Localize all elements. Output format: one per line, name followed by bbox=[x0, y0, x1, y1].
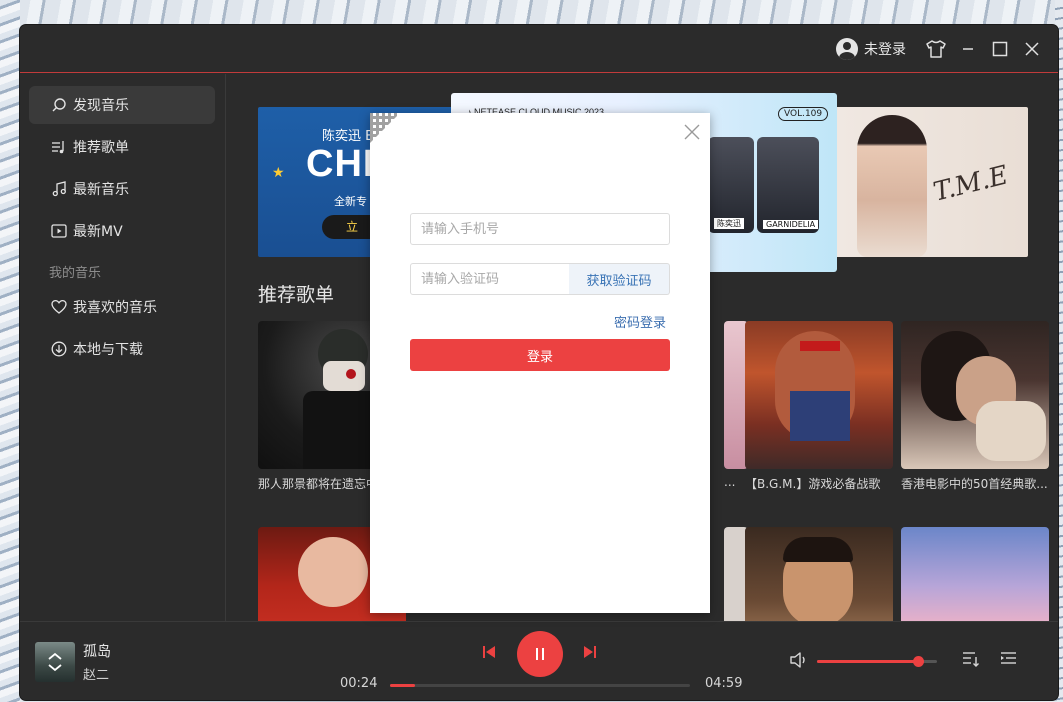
sidebar-item-recommended-playlists[interactable]: 推荐歌单 bbox=[29, 128, 215, 166]
my-music-section-label: 我的音乐 bbox=[49, 266, 102, 281]
sidebar-item-label: 最新MV bbox=[73, 224, 123, 240]
playlist-queue-button[interactable] bbox=[961, 650, 981, 672]
sidebar-item-label: 发现音乐 bbox=[73, 98, 129, 114]
music-note-icon bbox=[52, 181, 66, 197]
sidebar-item-new-music[interactable]: 最新音乐 bbox=[29, 170, 215, 208]
login-dialog: 获取验证码 密码登录 登录 bbox=[370, 113, 710, 613]
playlist-caption: 香港电影中的50首经典歌... bbox=[901, 477, 1048, 491]
phone-input[interactable] bbox=[410, 213, 670, 245]
song-title: 孤岛 bbox=[83, 644, 111, 660]
skip-previous-icon bbox=[483, 646, 495, 658]
heart-icon bbox=[51, 299, 67, 314]
playlist-caption: 【B.G.M.】游戏必备战歌 bbox=[745, 477, 881, 491]
now-playing-cover[interactable] bbox=[35, 642, 75, 682]
login-button[interactable]: 登录 bbox=[410, 339, 670, 371]
playlist-cover bbox=[901, 527, 1049, 621]
tshirt-icon bbox=[926, 40, 946, 58]
verification-code-input[interactable] bbox=[410, 263, 570, 295]
desktop-background-top bbox=[0, 0, 1063, 26]
lyrics-menu-button[interactable] bbox=[999, 650, 1019, 672]
total-time: 04:59 bbox=[705, 676, 743, 691]
banner-artist: 陈奕迅 E bbox=[322, 129, 374, 144]
minimize-button[interactable] bbox=[952, 37, 984, 61]
artist-card: GARNIDELIA bbox=[757, 137, 819, 233]
user-status-label: 未登录 bbox=[864, 42, 906, 58]
playlist-cover bbox=[745, 321, 893, 469]
menu-indent-icon bbox=[1001, 652, 1016, 664]
title-bar-controls: 未登录 bbox=[836, 37, 1048, 61]
sidebar: 发现音乐 推荐歌单 最新音乐 最新MV 我的音乐 我喜欢的音乐 本地与下载 bbox=[20, 74, 226, 621]
sidebar-item-local-downloads[interactable]: 本地与下载 bbox=[29, 330, 215, 368]
artist-card-label: GARNIDELIA bbox=[763, 220, 819, 229]
skip-next-icon bbox=[584, 646, 596, 658]
close-window-button[interactable] bbox=[1016, 37, 1048, 61]
artist-card: 陈奕迅 bbox=[708, 137, 754, 233]
close-icon bbox=[684, 124, 700, 140]
qr-code-corner-icon[interactable] bbox=[370, 113, 400, 143]
previous-button[interactable] bbox=[481, 644, 497, 664]
close-icon bbox=[1025, 42, 1039, 56]
volume-button[interactable] bbox=[789, 651, 809, 673]
title-bar: 未登录 bbox=[20, 25, 1058, 73]
banner-subtitle: 全新专 bbox=[334, 195, 367, 208]
minimize-icon bbox=[963, 48, 973, 50]
star-icon: ★ bbox=[272, 165, 285, 181]
dialog-close-button[interactable] bbox=[683, 123, 701, 141]
sidebar-item-label: 推荐歌单 bbox=[73, 140, 129, 156]
artist-card-label: 陈奕迅 bbox=[714, 218, 744, 229]
playlist-icon bbox=[52, 141, 64, 154]
banner-title: CHI bbox=[306, 143, 375, 185]
sidebar-item-liked-music[interactable]: 我喜欢的音乐 bbox=[29, 288, 215, 326]
sidebar-item-label: 本地与下载 bbox=[73, 342, 143, 358]
progress-fill bbox=[390, 684, 415, 687]
playlist-card[interactable] bbox=[745, 527, 893, 621]
playlist-card[interactable]: 【B.G.M.】游戏必备战歌 bbox=[745, 321, 893, 492]
playlist-cover bbox=[901, 321, 1049, 469]
queue-icon bbox=[963, 652, 979, 667]
expand-icon bbox=[48, 652, 62, 672]
download-icon bbox=[51, 341, 67, 357]
banner-right[interactable]: T.M.E bbox=[835, 107, 1028, 257]
sidebar-item-label: 我喜欢的音乐 bbox=[73, 300, 157, 316]
search-icon bbox=[52, 98, 66, 112]
section-title: 推荐歌单 bbox=[258, 284, 335, 306]
player-bar: 孤岛 赵二 00:24 04:59 bbox=[20, 621, 1058, 700]
current-time: 00:24 bbox=[340, 676, 378, 691]
pause-icon bbox=[536, 648, 544, 660]
playlist-cover bbox=[745, 527, 893, 621]
maximize-icon bbox=[992, 41, 1008, 57]
artist-photo bbox=[857, 115, 927, 257]
get-code-button[interactable]: 获取验证码 bbox=[569, 263, 670, 295]
sidebar-item-new-mv[interactable]: 最新MV bbox=[29, 212, 215, 250]
banner-signature: T.M.E bbox=[930, 160, 1012, 208]
next-button[interactable] bbox=[582, 644, 598, 664]
playlist-card[interactable] bbox=[901, 527, 1049, 621]
user-login-button[interactable]: 未登录 bbox=[836, 38, 906, 60]
skin-button[interactable] bbox=[920, 37, 952, 61]
desktop-background-left bbox=[0, 0, 20, 702]
volume-fill bbox=[817, 656, 924, 667]
pause-button[interactable] bbox=[517, 631, 563, 677]
banner-vol-badge: VOL.109 bbox=[778, 107, 829, 121]
volume-knob[interactable] bbox=[913, 656, 924, 667]
video-icon bbox=[51, 224, 67, 238]
maximize-button[interactable] bbox=[984, 37, 1016, 61]
sidebar-item-label: 最新音乐 bbox=[73, 182, 129, 198]
sidebar-item-discover[interactable]: 发现音乐 bbox=[29, 86, 215, 124]
volume-icon bbox=[790, 652, 805, 668]
volume-slider[interactable] bbox=[817, 656, 937, 667]
avatar-icon bbox=[836, 38, 858, 60]
song-artist[interactable]: 赵二 bbox=[83, 664, 109, 683]
progress-bar[interactable] bbox=[390, 684, 690, 687]
playlist-card[interactable]: 香港电影中的50首经典歌... bbox=[901, 321, 1049, 492]
password-login-link[interactable]: 密码登录 bbox=[614, 312, 666, 331]
